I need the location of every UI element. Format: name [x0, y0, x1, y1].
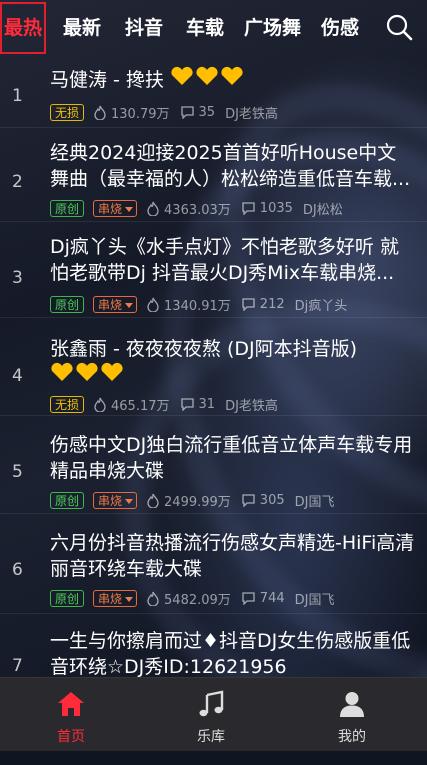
play-count: 5482.09万 [146, 589, 231, 608]
comment-count: 35 [180, 105, 215, 120]
song-title: 六月份抖音热播流行伤感女声精选-HiFi高清丽音环绕车载大碟 [50, 532, 415, 580]
category-tab-bar: 最热 最新 抖音 车载 广场舞 伤感 [0, 0, 427, 56]
comment-count: 305 [241, 493, 285, 508]
heart-icon [171, 66, 243, 85]
tab-douyin[interactable]: 抖音 [125, 0, 163, 56]
song-title: 张鑫雨 - 夜夜夜夜熬 (DJ阿本抖音版) [50, 336, 415, 389]
search-icon[interactable] [385, 13, 413, 41]
list-item[interactable]: 2 经典2024迎接2025首首好听House中文舞曲（最幸福的人）松松缔造重低… [0, 128, 427, 222]
original-badge: 原创 [50, 295, 85, 313]
song-meta: 无损 465.17万 31 DJ老铁高 [50, 394, 278, 414]
author-name[interactable]: DJ松松 [303, 199, 343, 218]
rank-number: 7 [12, 656, 23, 676]
author-name[interactable]: DJ国飞 [295, 491, 335, 510]
comment-count: 212 [241, 297, 285, 312]
nav-label: 我的 [338, 729, 366, 745]
comment-count: 1035 [241, 201, 293, 216]
rank-number: 4 [12, 366, 23, 386]
play-count: 1340.91万 [146, 295, 231, 314]
nav-mine[interactable]: 我的 [302, 678, 402, 751]
chevron-down-icon [125, 302, 134, 308]
flame-icon [147, 201, 159, 216]
song-title: 一生与你擦肩而过♦抖音DJ女生伤感版重低音环绕☆DJ秀ID:12621956 [50, 630, 411, 678]
tab-car[interactable]: 车载 [186, 0, 224, 56]
author-name[interactable]: Dj疯丫头 [295, 295, 348, 314]
chevron-down-icon [125, 206, 134, 212]
song-title: 经典2024迎接2025首首好听House中文舞曲（最幸福的人）松松缔造重低音车… [50, 142, 411, 190]
comment-icon [242, 202, 255, 215]
tab-square-dance[interactable]: 广场舞 [244, 0, 301, 56]
flame-icon [147, 297, 159, 312]
lossless-badge: 无损 [50, 395, 85, 413]
medley-dropdown[interactable]: 串烧 [93, 295, 138, 313]
rank-number: 1 [12, 86, 23, 106]
list-item[interactable]: 5 伤感中文DJ独白流行重低音立体声车载专用精品串烧大碟 原创 串烧 2499.… [0, 416, 427, 514]
nav-library[interactable]: 乐库 [161, 678, 261, 751]
song-title: Dj疯丫头《水手点灯》不怕老歌多好听 就怕老歌带Dj 抖音最火DJ秀Mix车载串… [50, 236, 399, 284]
comment-count: 744 [241, 591, 285, 606]
song-title: 伤感中文DJ独白流行重低音立体声车载专用精品串烧大碟 [50, 434, 413, 482]
song-meta: 原创 串烧 5482.09万 744 DJ国飞 [50, 588, 334, 608]
tab-sad[interactable]: 伤感 [321, 0, 359, 56]
medley-dropdown[interactable]: 串烧 [93, 199, 138, 217]
author-name[interactable]: DJ国飞 [295, 589, 335, 608]
rank-number: 3 [12, 268, 23, 288]
bottom-navigation: 首页 乐库 我的 [0, 677, 427, 751]
song-meta: 无损 130.79万 35 DJ老铁高 [50, 102, 278, 122]
chevron-down-icon [125, 498, 134, 504]
list-item[interactable]: 6 六月份抖音热播流行伤感女声精选-HiFi高清丽音环绕车载大碟 原创 串烧 5… [0, 514, 427, 614]
heart-rating [170, 66, 244, 93]
author-name[interactable]: DJ老铁高 [225, 395, 278, 414]
comment-icon [242, 592, 255, 605]
music-note-icon [199, 690, 224, 717]
play-count: 465.17万 [93, 395, 170, 414]
list-item[interactable]: 7 一生与你擦肩而过♦抖音DJ女生伤感版重低音环绕☆DJ秀ID:12621956 [0, 614, 427, 684]
nav-home[interactable]: 首页 [21, 678, 121, 751]
flame-icon [147, 591, 159, 606]
home-icon [58, 692, 84, 716]
original-badge: 原创 [50, 589, 85, 607]
flame-icon [94, 397, 106, 412]
nav-label: 乐库 [197, 729, 225, 745]
original-badge: 原创 [50, 491, 85, 509]
flame-icon [94, 105, 106, 120]
list-item[interactable]: 4 张鑫雨 - 夜夜夜夜熬 (DJ阿本抖音版) 无损 465.17万 31 DJ… [0, 318, 427, 416]
tab-hottest[interactable]: 最热 [0, 2, 47, 54]
play-count: 4363.03万 [146, 199, 231, 218]
medley-dropdown[interactable]: 串烧 [93, 589, 138, 607]
chevron-down-icon [125, 596, 134, 602]
list-item[interactable]: 1 马健涛 - 搀扶 无损 130.79万 35 DJ老铁高 [0, 56, 427, 128]
rank-number: 6 [12, 560, 23, 580]
play-count: 2499.99万 [146, 491, 231, 510]
song-meta: 原创 串烧 4363.03万 1035 DJ松松 [50, 198, 343, 218]
comment-icon [242, 298, 255, 311]
heart-rating [50, 362, 124, 389]
person-icon [340, 692, 364, 717]
list-item[interactable]: 3 Dj疯丫头《水手点灯》不怕老歌多好听 就怕老歌带Dj 抖音最火DJ秀Mix车… [0, 222, 427, 318]
original-badge: 原创 [50, 199, 85, 217]
flame-icon [147, 493, 159, 508]
author-name[interactable]: DJ老铁高 [225, 103, 278, 122]
comment-count: 31 [180, 397, 215, 412]
comment-icon [180, 106, 194, 119]
song-meta: 原创 串烧 2499.99万 305 DJ国飞 [50, 490, 334, 510]
lossless-badge: 无损 [50, 103, 85, 121]
song-title: 马健涛 - 搀扶 [50, 66, 415, 93]
nav-label: 首页 [57, 729, 85, 745]
tab-newest[interactable]: 最新 [63, 0, 101, 56]
medley-dropdown[interactable]: 串烧 [93, 491, 138, 509]
play-count: 130.79万 [93, 103, 170, 122]
heart-icon [51, 362, 123, 381]
comment-icon [180, 398, 194, 411]
rank-number: 2 [12, 172, 23, 192]
comment-icon [242, 494, 255, 507]
rank-number: 5 [12, 462, 23, 482]
song-meta: 原创 串烧 1340.91万 212 Dj疯丫头 [50, 294, 347, 314]
